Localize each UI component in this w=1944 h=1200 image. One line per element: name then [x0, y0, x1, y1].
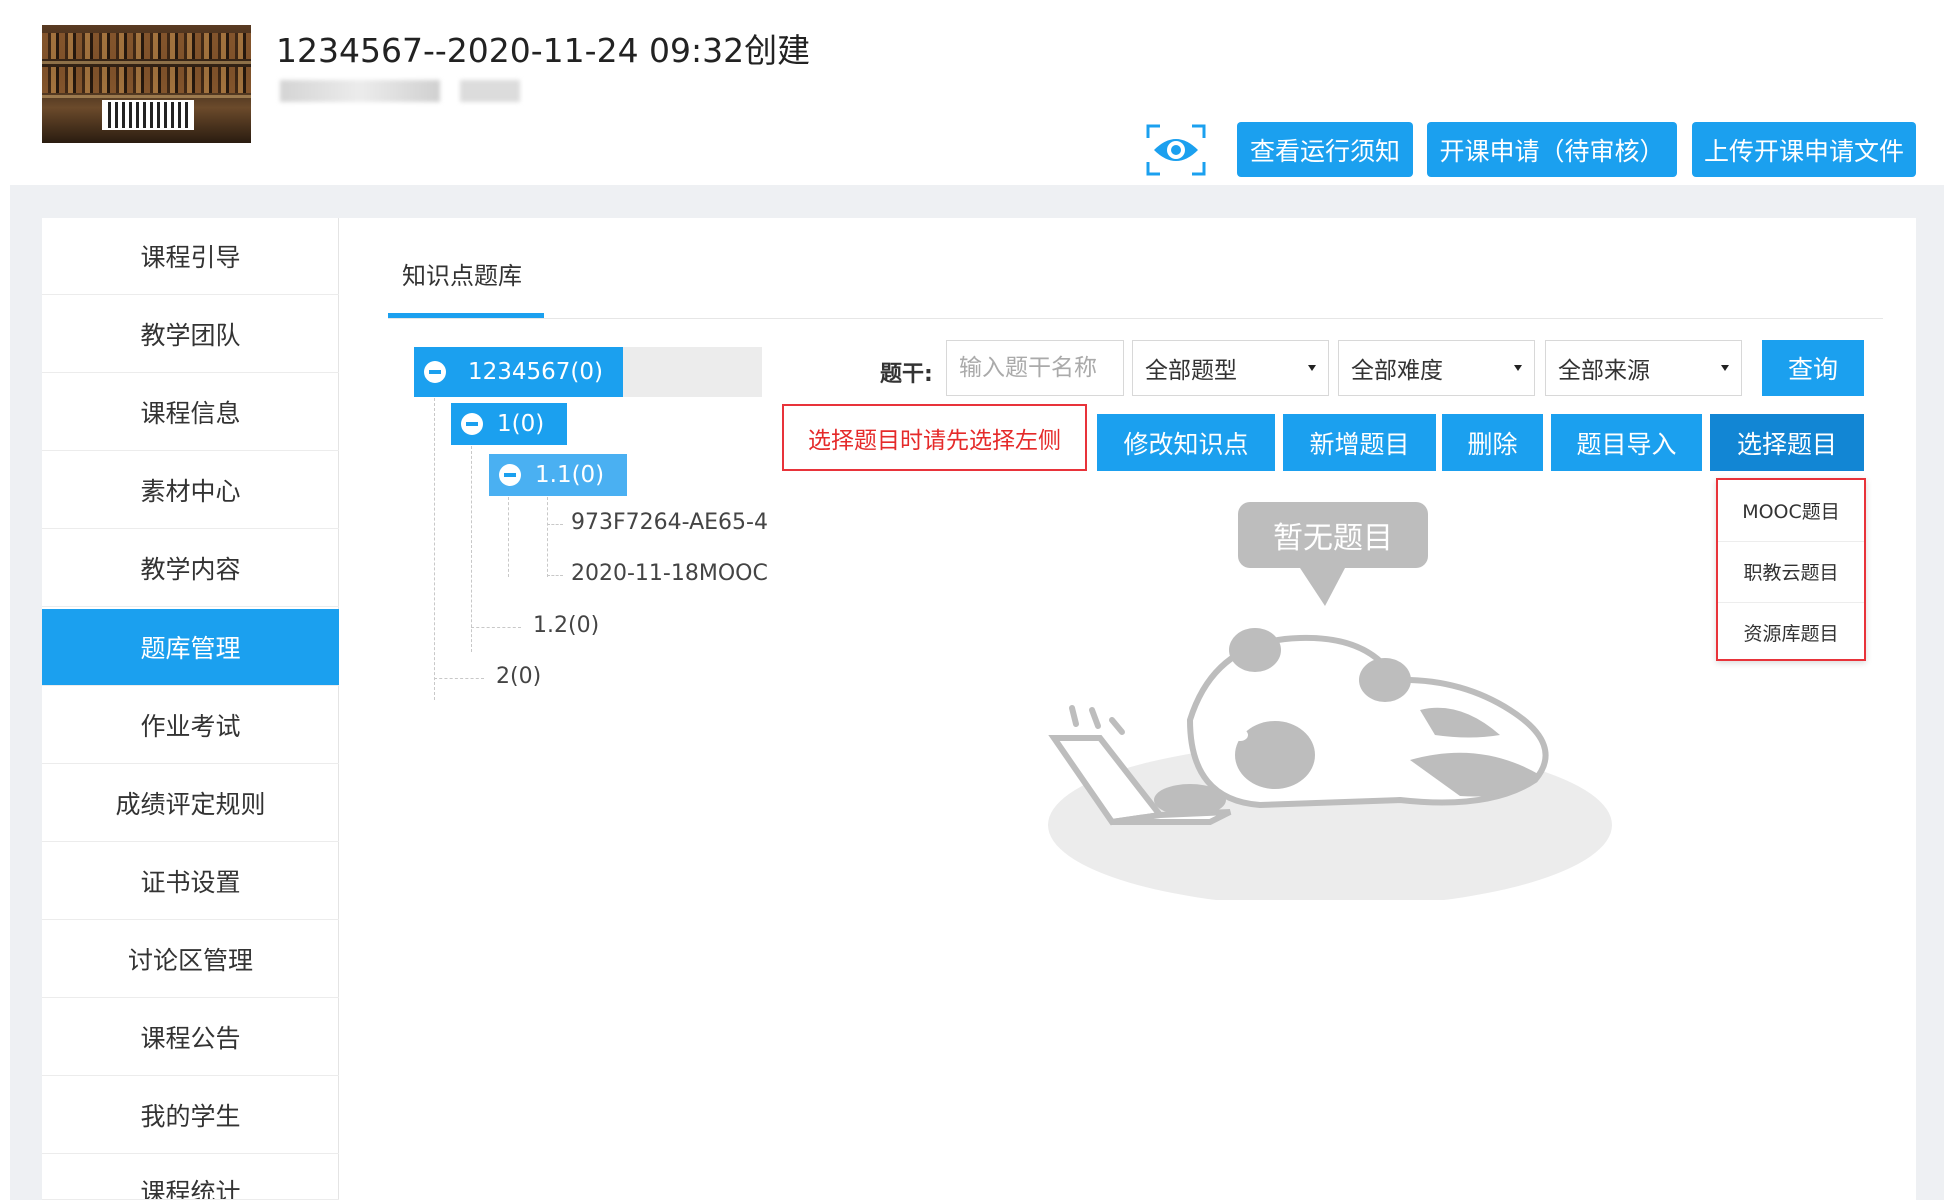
- caret-down-icon: [1308, 365, 1316, 371]
- edit-knowledge-point-button[interactable]: 修改知识点: [1097, 414, 1275, 471]
- menu-item-zjy[interactable]: 职教云题目: [1718, 541, 1864, 601]
- query-button[interactable]: 查询: [1762, 340, 1864, 396]
- sidebar-item-content[interactable]: 教学内容: [42, 530, 339, 607]
- sidebar-item-students[interactable]: 我的学生: [42, 1077, 339, 1154]
- select-questions-menu: MOOC题目 职教云题目 资源库题目: [1716, 478, 1866, 661]
- course-title: 1234567--2020-11-24 09:32创建: [276, 31, 811, 70]
- preview-eye-icon[interactable]: [1144, 122, 1208, 178]
- stem-label: 题干:: [880, 362, 933, 387]
- qr-code-icon: [102, 100, 194, 130]
- menu-item-mooc[interactable]: MOOC题目: [1718, 480, 1864, 540]
- difficulty-select[interactable]: 全部难度: [1338, 340, 1535, 396]
- sidebar-item-assignments[interactable]: 作业考试: [42, 687, 339, 764]
- caret-down-icon: [1514, 365, 1522, 371]
- add-question-button[interactable]: 新增题目: [1283, 414, 1436, 471]
- select-hint-message: 选择题目时请先选择左侧: [782, 404, 1087, 471]
- sidebar-item-info[interactable]: 课程信息: [42, 374, 339, 451]
- course-cover-image: [42, 25, 251, 143]
- tree-node-1[interactable]: 1(0): [451, 403, 567, 445]
- upload-application-button[interactable]: 上传开课申请文件: [1692, 122, 1916, 177]
- sidebar-item-guide[interactable]: 课程引导: [42, 218, 339, 295]
- collapse-icon[interactable]: [499, 464, 521, 486]
- tree-node-1-2[interactable]: 1.2(0): [533, 613, 599, 638]
- sidebar-item-announcements[interactable]: 课程公告: [42, 999, 339, 1076]
- course-header: 1234567--2020-11-24 09:32创建 查看运行须知 开课申请（…: [0, 0, 1944, 185]
- tree-node-root[interactable]: 1234567(0): [414, 347, 623, 397]
- menu-item-resource-library[interactable]: 资源库题目: [1718, 602, 1864, 662]
- caret-down-icon: [1721, 365, 1729, 371]
- sidebar-item-team[interactable]: 教学团队: [42, 296, 339, 373]
- apply-course-button[interactable]: 开课申请（待审核）: [1427, 122, 1677, 177]
- view-notice-button[interactable]: 查看运行须知: [1237, 122, 1413, 177]
- tree-leaf-item[interactable]: 2020-11-18MOOC: [571, 561, 771, 586]
- delete-button[interactable]: 删除: [1442, 414, 1543, 471]
- tree-node-2[interactable]: 2(0): [496, 664, 541, 689]
- select-questions-button[interactable]: 选择题目: [1710, 414, 1864, 471]
- tab-knowledge-bank[interactable]: 知识点题库: [402, 256, 522, 291]
- question-type-select[interactable]: 全部题型: [1132, 340, 1329, 396]
- stem-search-input[interactable]: [946, 340, 1124, 396]
- tree-leaf-item[interactable]: 973F7264-AE65-4: [571, 510, 771, 535]
- source-select[interactable]: 全部来源: [1545, 340, 1742, 396]
- empty-state-bubble: 暂无题目: [1238, 502, 1428, 568]
- sidebar-item-statistics[interactable]: 课程统计: [42, 1155, 339, 1200]
- sidebar: 课程引导 教学团队 课程信息 素材中心 教学内容 题库管理 作业考试 成绩评定规…: [42, 218, 339, 1200]
- sidebar-item-question-bank[interactable]: 题库管理: [42, 609, 339, 686]
- collapse-icon[interactable]: [424, 361, 446, 383]
- blurred-info-2: [460, 80, 520, 102]
- sidebar-item-grading-rules[interactable]: 成绩评定规则: [42, 765, 339, 842]
- sidebar-item-certificate[interactable]: 证书设置: [42, 843, 339, 920]
- sleeping-panda-illustration: [1048, 568, 1612, 900]
- sidebar-item-discussion[interactable]: 讨论区管理: [42, 921, 339, 998]
- tree-node-1-1[interactable]: 1.1(0): [489, 454, 627, 496]
- blurred-info: [280, 80, 440, 102]
- import-questions-button[interactable]: 题目导入: [1551, 414, 1702, 471]
- sidebar-item-materials[interactable]: 素材中心: [42, 452, 339, 529]
- collapse-icon[interactable]: [461, 413, 483, 435]
- tab-divider: [388, 318, 1883, 319]
